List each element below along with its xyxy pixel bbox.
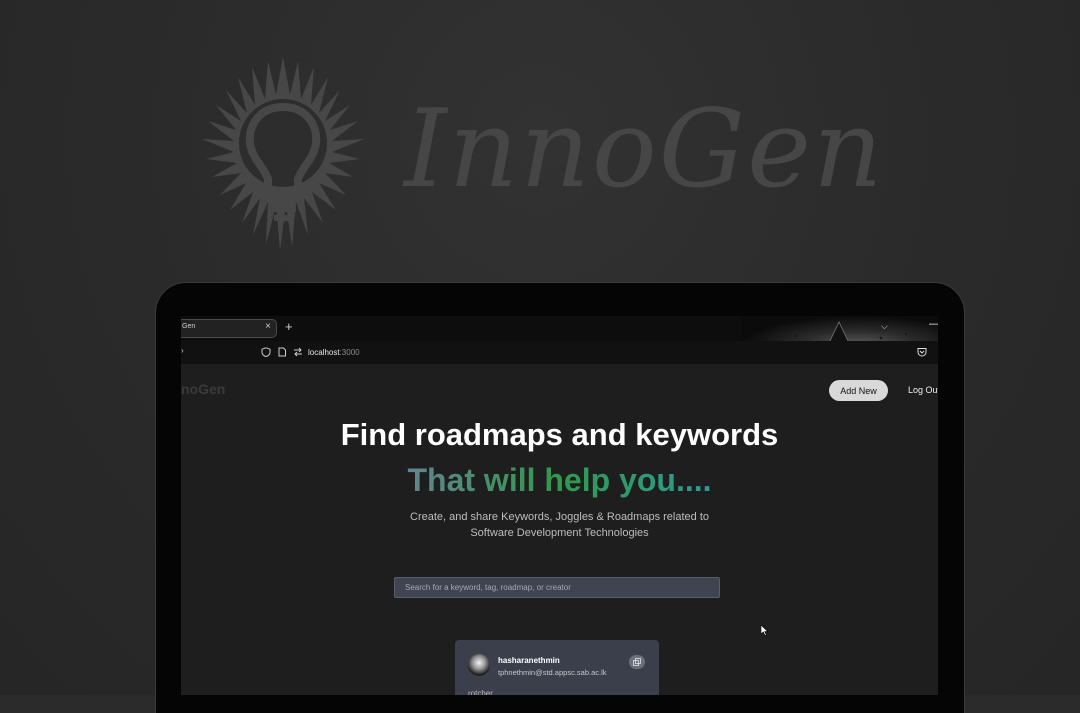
url-host: localhost bbox=[308, 348, 340, 357]
hero-title: Find roadmaps and keywords bbox=[340, 417, 779, 452]
browser-tab-bar: Gen × + ⌵ — bbox=[181, 316, 938, 365]
browser-url-bar: › localhost:3000 bbox=[181, 341, 938, 364]
card-username: hasharanethmin bbox=[498, 656, 560, 665]
copy-button[interactable] bbox=[629, 655, 645, 669]
mouse-cursor-icon bbox=[761, 625, 769, 636]
creator-card[interactable]: hasharanethmin tphnethmin@std.appsc.sab.… bbox=[455, 640, 659, 695]
chevron-down-icon[interactable]: ⌵ bbox=[881, 321, 888, 332]
brand-wordmark: InnoGen bbox=[404, 87, 885, 212]
new-tab-plus-icon[interactable]: + bbox=[285, 319, 293, 334]
browser-tab[interactable]: Gen × bbox=[181, 319, 277, 338]
url-port: :3000 bbox=[339, 348, 360, 357]
hero-description: Create, and share Keywords, Joggles & Ro… bbox=[410, 511, 709, 539]
forward-icon[interactable]: › bbox=[181, 346, 184, 355]
minimize-button[interactable]: — bbox=[929, 318, 938, 330]
lightbulb-logo-icon bbox=[202, 57, 364, 250]
avatar[interactable] bbox=[468, 654, 490, 676]
copy-icon bbox=[633, 658, 641, 666]
card-email: tphnethmin@std.appsc.sab.ac.lk bbox=[498, 668, 607, 677]
tab-title: Gen bbox=[182, 323, 196, 330]
permissions-icon[interactable] bbox=[293, 347, 303, 357]
hero-subtitle: That will help you.... bbox=[181, 462, 938, 499]
card-body-text: rotcher bbox=[468, 689, 493, 695]
search-input[interactable] bbox=[394, 577, 720, 598]
url-text[interactable]: localhost:3000 bbox=[308, 348, 360, 357]
close-icon[interactable]: × bbox=[265, 321, 271, 332]
pocket-icon[interactable] bbox=[917, 347, 927, 357]
log-out-link[interactable]: Log Out bbox=[908, 385, 938, 395]
page-icon[interactable] bbox=[277, 347, 287, 357]
shield-icon[interactable] bbox=[261, 347, 271, 357]
web-page: noGen Add New Log Out Find roadmaps and … bbox=[181, 364, 938, 695]
site-logo[interactable]: noGen bbox=[181, 381, 225, 397]
add-new-button[interactable]: Add New bbox=[829, 380, 888, 401]
laptop-screen: Gen × + ⌵ — › bbox=[181, 316, 938, 695]
url-icons bbox=[261, 347, 303, 357]
